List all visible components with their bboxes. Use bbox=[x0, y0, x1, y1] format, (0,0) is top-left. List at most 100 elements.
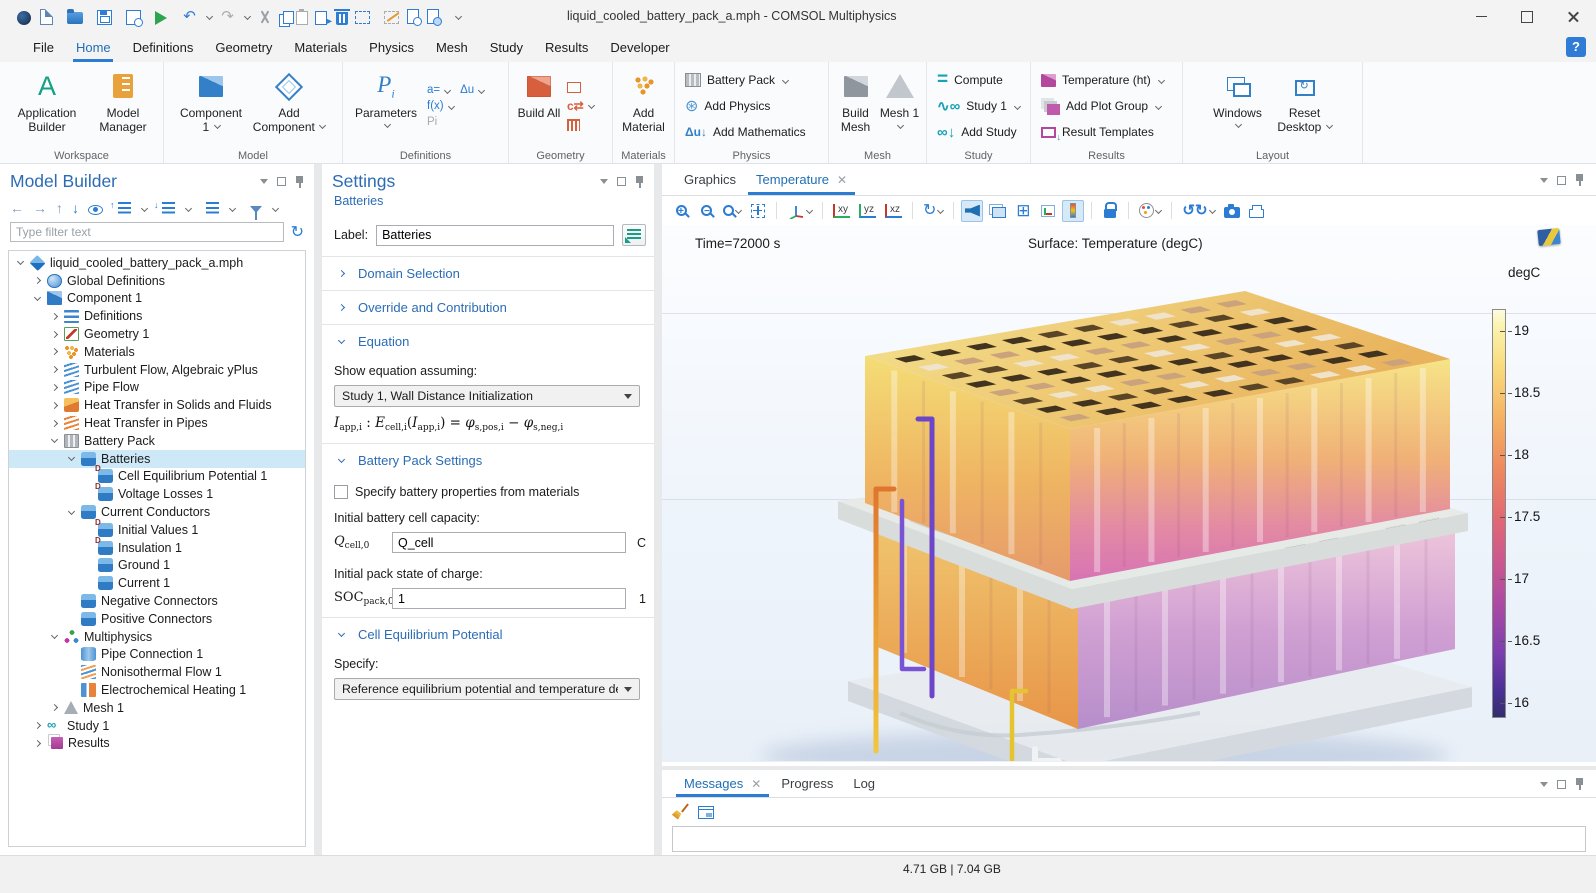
build-all-button[interactable]: Build All bbox=[513, 65, 565, 120]
maximize-button[interactable] bbox=[1504, 0, 1550, 33]
add-plot-group-button[interactable]: Add Plot Group bbox=[1035, 93, 1170, 119]
tree-item-insulation-1[interactable]: DInsulation 1 bbox=[9, 539, 305, 557]
menu-file[interactable]: File bbox=[22, 33, 65, 62]
menu-developer[interactable]: Developer bbox=[599, 33, 680, 62]
tree-item-ground-1[interactable]: Ground 1 bbox=[9, 557, 305, 575]
filter-input[interactable] bbox=[10, 222, 284, 242]
zoom-in-icon[interactable] bbox=[670, 200, 692, 222]
move-up-icon[interactable]: ↑ bbox=[56, 200, 63, 216]
move-down-icon[interactable]: ↓ bbox=[72, 200, 79, 216]
tree-item-mesh-1[interactable]: Mesh 1 bbox=[9, 699, 305, 717]
clear-messages-icon[interactable] bbox=[672, 803, 688, 819]
tree-item-voltage-losses-1[interactable]: DVoltage Losses 1 bbox=[9, 485, 305, 503]
default-view-icon[interactable] bbox=[784, 200, 815, 222]
add-component-button[interactable]: Add Component bbox=[247, 65, 331, 135]
temperature-plot-button[interactable]: Temperature (ht) bbox=[1035, 67, 1170, 93]
save-as-icon[interactable] bbox=[126, 10, 141, 25]
tree-item-multiphysics[interactable]: Multiphysics bbox=[9, 628, 305, 646]
scene-light-icon[interactable] bbox=[986, 200, 1009, 222]
variables-button[interactable]: a= bbox=[427, 84, 450, 96]
panel-menu-icon[interactable] bbox=[260, 179, 268, 184]
menu-physics[interactable]: Physics bbox=[358, 33, 425, 62]
section-battery-pack-settings[interactable]: Battery Pack Settings bbox=[322, 444, 654, 477]
menu-results[interactable]: Results bbox=[534, 33, 599, 62]
tab-graphics[interactable]: Graphics bbox=[674, 164, 746, 195]
reset-desktop-button[interactable]: Reset Desktop bbox=[1270, 65, 1340, 135]
grid-icon[interactable]: ⊞ bbox=[1012, 200, 1034, 222]
panel-menu-icon[interactable] bbox=[600, 179, 608, 184]
pin-icon[interactable] bbox=[1575, 778, 1584, 790]
float-window-icon[interactable] bbox=[277, 177, 286, 186]
tab-temperature[interactable]: Temperature✕ bbox=[746, 164, 857, 195]
clear-selection-icon[interactable] bbox=[384, 11, 399, 24]
tree-item-component-1[interactable]: Component 1 bbox=[9, 290, 305, 308]
tree-item-batteries[interactable]: Batteries bbox=[9, 450, 305, 468]
run-icon[interactable] bbox=[155, 11, 167, 25]
tree-item-global-definitions[interactable]: Global Definitions bbox=[9, 272, 305, 290]
model-tree-options-icon[interactable] bbox=[206, 202, 219, 214]
undo-icon[interactable]: ↶ bbox=[181, 8, 198, 25]
parameters-button[interactable]: Pi Parameters bbox=[347, 65, 425, 127]
axes-orientation-icon[interactable] bbox=[1037, 200, 1059, 222]
label-input[interactable] bbox=[376, 225, 614, 246]
rebuild-geometry-icon[interactable]: c⇄ bbox=[567, 99, 594, 113]
result-templates-button[interactable]: Result Templates bbox=[1035, 119, 1170, 145]
rotate-icon[interactable]: ↻ bbox=[920, 200, 946, 222]
tree-item-pipe-connection-1[interactable]: Pipe Connection 1 bbox=[9, 646, 305, 664]
undo-dropdown-icon[interactable] bbox=[206, 13, 213, 20]
minimize-button[interactable] bbox=[1458, 0, 1504, 33]
tree-item-current-1[interactable]: Current 1 bbox=[9, 574, 305, 592]
float-window-icon[interactable] bbox=[617, 177, 626, 186]
float-window-icon[interactable] bbox=[1557, 780, 1566, 789]
menu-geometry[interactable]: Geometry bbox=[204, 33, 283, 62]
model-manager-button[interactable]: Model Manager bbox=[90, 65, 156, 135]
tab-log[interactable]: Log bbox=[843, 770, 885, 797]
study1-button[interactable]: ∿∞Study 1 bbox=[931, 93, 1026, 119]
component-button[interactable]: Component 1 bbox=[175, 65, 247, 135]
close-tab-icon[interactable]: ✕ bbox=[751, 777, 761, 791]
redo-dropdown-icon[interactable] bbox=[244, 13, 251, 20]
float-window-icon[interactable] bbox=[1557, 176, 1566, 185]
rename-button[interactable] bbox=[622, 224, 646, 246]
tree-item-turbulent-flow-algebraic-yplus[interactable]: Turbulent Flow, Algebraic yPlus bbox=[9, 361, 305, 379]
lock-icon[interactable] bbox=[1099, 200, 1121, 222]
menu-definitions[interactable]: Definitions bbox=[122, 33, 205, 62]
copy-icon[interactable] bbox=[283, 11, 294, 24]
tree-item-pipe-flow[interactable]: Pipe Flow bbox=[9, 379, 305, 397]
close-tab-icon[interactable]: ✕ bbox=[837, 173, 847, 187]
tree-item-initial-values-1[interactable]: DInitial Values 1 bbox=[9, 521, 305, 539]
color-legend-icon[interactable] bbox=[1062, 200, 1084, 222]
view-xy-icon[interactable]: xy bbox=[830, 200, 853, 222]
nonlocal-couplings-button[interactable]: Δu bbox=[460, 84, 484, 96]
battery-pack-3d-view[interactable] bbox=[680, 251, 1480, 761]
pin-icon[interactable] bbox=[635, 176, 644, 188]
back-icon[interactable]: ← bbox=[10, 200, 24, 216]
add-physics-button[interactable]: ⊛Add Physics bbox=[679, 93, 812, 119]
tree-item-nonisothermal-flow-1[interactable]: Nonisothermal Flow 1 bbox=[9, 663, 305, 681]
tab-messages[interactable]: Messages✕ bbox=[674, 770, 771, 797]
build-mesh-button[interactable]: Build Mesh bbox=[834, 65, 878, 135]
open-file-icon[interactable] bbox=[67, 12, 83, 24]
mesh1-button[interactable]: Mesh 1 bbox=[878, 65, 922, 135]
tree-item-geometry-1[interactable]: Geometry 1 bbox=[9, 325, 305, 343]
help-button[interactable]: ? bbox=[1566, 37, 1586, 57]
find-icon[interactable] bbox=[407, 9, 419, 24]
tree-item-positive-connectors[interactable]: Positive Connectors bbox=[9, 610, 305, 628]
virtual-operations-icon[interactable] bbox=[567, 119, 580, 131]
expand-all-icon[interactable] bbox=[162, 202, 175, 214]
specify-from-materials-checkbox[interactable] bbox=[334, 485, 348, 499]
zoom-out-icon[interactable] bbox=[695, 200, 717, 222]
menu-materials[interactable]: Materials bbox=[283, 33, 358, 62]
battery-pack-button[interactable]: Battery Pack bbox=[679, 67, 812, 93]
windows-button[interactable]: Windows bbox=[1206, 65, 1270, 127]
menu-home[interactable]: Home bbox=[65, 33, 122, 62]
collapse-all-icon[interactable] bbox=[118, 202, 131, 214]
section-equation[interactable]: Equation bbox=[322, 325, 654, 358]
tree-item-study-1[interactable]: Study 1 bbox=[9, 717, 305, 735]
update-plot-icon[interactable]: ↺↻ bbox=[1179, 200, 1217, 222]
zoom-extents-icon[interactable] bbox=[747, 200, 769, 222]
close-button[interactable] bbox=[1550, 0, 1596, 33]
pin-icon[interactable] bbox=[295, 176, 304, 188]
tree-item-results[interactable]: Results bbox=[9, 735, 305, 753]
color-palette-icon[interactable] bbox=[1136, 200, 1164, 222]
